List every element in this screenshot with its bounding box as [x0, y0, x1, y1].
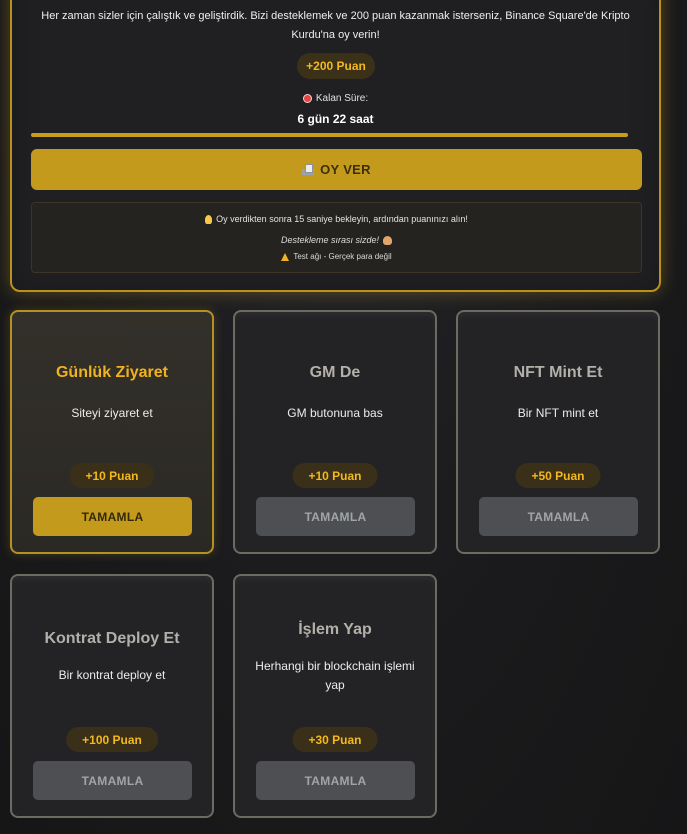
- task-description: Bir kontrat deploy et: [58, 668, 166, 682]
- task-points-badge: +50 Puan: [515, 463, 601, 488]
- lightbulb-icon: [205, 215, 213, 225]
- task-points-badge: +30 Puan: [292, 727, 378, 752]
- task-title: GM De: [309, 364, 361, 381]
- person-bowing-icon: [383, 236, 393, 246]
- warning-icon: [281, 252, 290, 261]
- ballot-box-icon: [302, 164, 315, 175]
- task-title: NFT Mint Et: [513, 364, 603, 381]
- info-warning-text: Test ağı - Gerçek para değil: [293, 252, 392, 261]
- timer-value: 6 gün 22 saat: [297, 112, 374, 126]
- task-points-badge: +100 Puan: [66, 727, 158, 752]
- vote-description: Her zaman sizler için çalıştık ve gelişt…: [41, 10, 630, 41]
- vote-button-label: OY VER: [320, 162, 371, 177]
- timer-progress-fill: [31, 133, 628, 137]
- alarm-clock-icon: [302, 93, 312, 103]
- info-support-text: Destekleme sırası sizde!: [280, 235, 380, 245]
- info-warning-line: Test ağı - Gerçek para değil: [32, 252, 641, 261]
- timer-label-text: Kalan Süre:: [315, 93, 369, 104]
- complete-button-contract-deploy[interactable]: TAMAMLA: [33, 761, 192, 800]
- task-points-badge: +10 Puan: [69, 463, 155, 488]
- task-description: Bir NFT mint et: [517, 406, 599, 420]
- task-card-nft-mint: NFT Mint Et Bir NFT mint et +50 Puan TAM…: [456, 310, 660, 554]
- task-card-daily-visit: Günlük Ziyaret Siteyi ziyaret et +10 Pua…: [10, 310, 214, 554]
- vote-bonus-badge: +200 Puan: [297, 53, 375, 79]
- info-wait-line: Oy verdikten sonra 15 saniye bekleyin, a…: [32, 214, 641, 225]
- timer-progress-bar: [31, 133, 628, 137]
- task-card-gm: GM De GM butonuna bas +10 Puan TAMAMLA: [233, 310, 437, 554]
- task-title: Kontrat Deploy Et: [44, 630, 180, 647]
- complete-button-gm[interactable]: TAMAMLA: [256, 497, 415, 536]
- task-description: Herhangi bir blockchain işlemi yap: [255, 659, 415, 692]
- task-title: Günlük Ziyaret: [55, 364, 169, 381]
- task-card-contract-deploy: Kontrat Deploy Et Bir kontrat deploy et …: [10, 574, 214, 818]
- vote-button[interactable]: OY VER: [31, 149, 642, 190]
- complete-button-nft-mint[interactable]: TAMAMLA: [479, 497, 638, 536]
- vote-panel: Her zaman sizler için çalıştık ve gelişt…: [10, 0, 661, 292]
- info-wait-text: Oy verdikten sonra 15 saniye bekleyin, a…: [216, 214, 468, 224]
- task-title: İşlem Yap: [298, 621, 372, 638]
- task-points-badge: +10 Puan: [292, 463, 378, 488]
- task-description: Siteyi ziyaret et: [71, 406, 153, 420]
- complete-button-daily-visit[interactable]: TAMAMLA: [33, 497, 192, 536]
- complete-button-transaction[interactable]: TAMAMLA: [256, 761, 415, 800]
- info-support-line: Destekleme sırası sizde!: [32, 235, 641, 246]
- task-card-transaction: İşlem Yap Herhangi bir blockchain işlemi…: [233, 574, 437, 818]
- task-description: GM butonuna bas: [287, 406, 383, 420]
- vote-info-box: Oy verdikten sonra 15 saniye bekleyin, a…: [31, 202, 642, 273]
- timer-label: Kalan Süre:: [12, 93, 659, 104]
